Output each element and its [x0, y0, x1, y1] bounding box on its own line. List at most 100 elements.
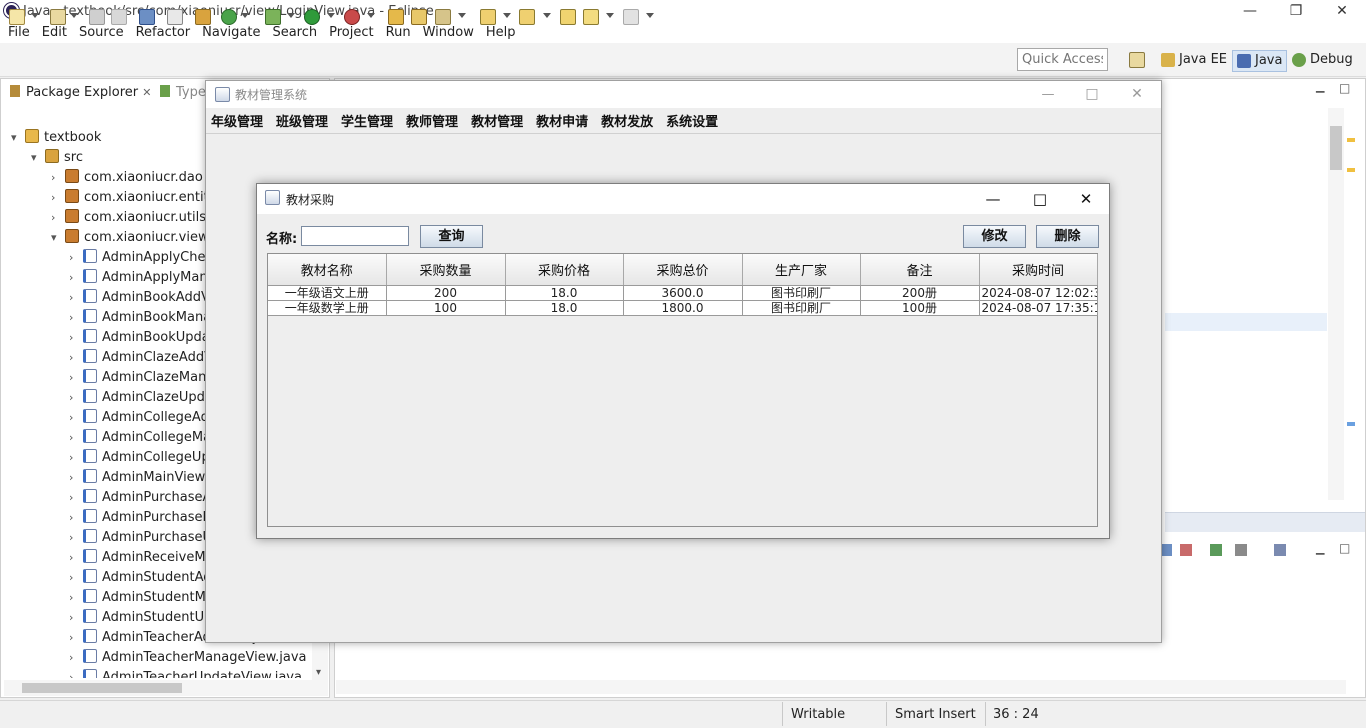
app-close-button[interactable]: ✕ [1115, 81, 1159, 108]
chevron-down-icon[interactable]: ▾ [51, 228, 65, 248]
table-cell[interactable]: 18.0 [505, 285, 624, 301]
chevron-right-icon[interactable]: › [51, 208, 65, 228]
app-maximize-button[interactable]: □ [1070, 81, 1114, 108]
perspective-java[interactable]: Java [1232, 50, 1288, 72]
dialog-minimize-button[interactable]: — [970, 184, 1016, 214]
back-icon[interactable] [583, 9, 599, 25]
menu-file[interactable]: File [2, 22, 36, 43]
chevron-right-icon[interactable]: › [69, 628, 83, 648]
chevron-right-icon[interactable]: › [69, 248, 83, 268]
open-console-icon[interactable] [1274, 544, 1286, 556]
save-icon[interactable] [89, 9, 105, 25]
open-folder-icon[interactable] [411, 9, 427, 25]
perspective-java-ee[interactable]: Java EE [1157, 50, 1231, 72]
new-package-icon[interactable] [195, 9, 211, 25]
delete-button[interactable]: 删除 [1036, 225, 1099, 248]
next-annotation-dropdown-icon[interactable] [503, 13, 511, 18]
chevron-right-icon[interactable]: › [69, 608, 83, 628]
menu-search[interactable]: Search [266, 22, 323, 43]
app-menu-settings[interactable]: 系统设置 [666, 111, 718, 130]
tree-package[interactable]: › com.xiaoniucr.utils [51, 208, 206, 228]
chevron-down-icon[interactable]: ▾ [11, 128, 25, 148]
debug-dropdown-icon[interactable] [287, 13, 295, 18]
back-dropdown-icon[interactable] [606, 13, 614, 18]
new-class-dropdown-icon[interactable] [241, 13, 249, 18]
chevron-right-icon[interactable]: › [51, 168, 65, 188]
chevron-right-icon[interactable]: › [69, 568, 83, 588]
table-cell[interactable]: 图书印刷厂 [742, 300, 861, 316]
chevron-right-icon[interactable]: › [69, 308, 83, 328]
eclipse-close-button[interactable]: ✕ [1319, 0, 1365, 22]
maximize-editor-icon[interactable]: □ [1339, 81, 1350, 95]
external-tools-icon[interactable] [344, 9, 360, 25]
column-header[interactable]: 采购价格 [505, 254, 624, 286]
chevron-right-icon[interactable]: › [69, 408, 83, 428]
next-annotation-icon[interactable] [480, 9, 496, 25]
edit-button[interactable]: 修改 [963, 225, 1026, 248]
new-class-icon[interactable] [221, 9, 237, 25]
new-icon[interactable] [9, 9, 25, 25]
open-type-icon[interactable] [388, 9, 404, 25]
table-cell[interactable]: 一年级数学上册 [268, 300, 387, 316]
table-cell[interactable]: 200 [386, 285, 506, 301]
column-header[interactable]: 采购数量 [386, 254, 506, 286]
app-minimize-button[interactable]: — [1026, 81, 1070, 108]
table-cell[interactable]: 一年级语文上册 [268, 285, 387, 301]
chevron-down-icon[interactable]: ▾ [316, 667, 321, 678]
chevron-right-icon[interactable]: › [69, 348, 83, 368]
package-explorer-tab[interactable]: Package Explorer ✕ [3, 80, 153, 106]
table-cell[interactable]: 200册 [860, 285, 980, 301]
table-cell[interactable]: 100册 [860, 300, 980, 316]
editor-scroll-thumb[interactable] [1330, 126, 1342, 170]
maximize-view-icon[interactable]: □ [1339, 541, 1350, 555]
column-header[interactable]: 教材名称 [268, 254, 387, 286]
new-dropdown-icon[interactable] [31, 13, 39, 18]
tree-src[interactable]: ▾ src [31, 148, 83, 168]
app-menu-textbook[interactable]: 教材管理 [471, 111, 523, 130]
menu-navigate[interactable]: Navigate [196, 22, 266, 43]
column-header[interactable]: 生产厂家 [742, 254, 861, 286]
app-menu-student[interactable]: 学生管理 [341, 111, 393, 130]
chevron-right-icon[interactable]: › [69, 468, 83, 488]
previous-annotation-icon[interactable] [519, 9, 535, 25]
skip-breakpoints-icon[interactable] [167, 9, 183, 25]
editor-horizontal-scrollbar[interactable] [336, 680, 1346, 694]
close-icon[interactable]: ✕ [142, 86, 151, 99]
menu-project[interactable]: Project [323, 22, 379, 43]
table-row[interactable]: 一年级数学上册 100 18.0 1800.0 图书印刷厂 100册 2024-… [268, 300, 1098, 316]
chevron-right-icon[interactable]: › [69, 388, 83, 408]
app-menu-class[interactable]: 班级管理 [276, 111, 328, 130]
minimize-editor-icon[interactable]: ▁ [1316, 80, 1324, 93]
table-cell[interactable]: 2024-08-07 12:02:38 [979, 285, 1098, 301]
chevron-right-icon[interactable]: › [69, 288, 83, 308]
column-header[interactable]: 备注 [860, 254, 980, 286]
forward-dropdown-icon[interactable] [646, 13, 654, 18]
chevron-down-icon[interactable]: ▾ [31, 148, 45, 168]
last-edit-location-icon[interactable] [560, 9, 576, 25]
name-search-input[interactable] [301, 226, 409, 246]
save-all-icon[interactable] [111, 9, 127, 25]
tree-package[interactable]: ▾ com.xiaoniucr.view [51, 228, 209, 248]
warning-marker[interactable] [1347, 138, 1355, 142]
previous-annotation-dropdown-icon[interactable] [543, 13, 551, 18]
chevron-right-icon[interactable]: › [69, 648, 83, 668]
perspective-debug[interactable]: Debug [1288, 50, 1357, 72]
chevron-right-icon[interactable]: › [69, 328, 83, 348]
chevron-right-icon[interactable]: › [69, 668, 83, 678]
app-menu-distribute[interactable]: 教材发放 [601, 111, 653, 130]
menu-run[interactable]: Run [380, 22, 417, 43]
forward-icon[interactable] [623, 9, 639, 25]
pin-console-icon[interactable] [1210, 544, 1222, 556]
eclipse-minimize-button[interactable]: — [1227, 0, 1273, 22]
menu-refactor[interactable]: Refactor [130, 22, 197, 43]
dialog-maximize-button[interactable]: □ [1017, 184, 1063, 214]
table-cell[interactable]: 1800.0 [623, 300, 743, 316]
tree-file[interactable]: › AdminTeacherManageView.java [69, 648, 307, 668]
app-menu-teacher[interactable]: 教师管理 [406, 111, 458, 130]
table-cell[interactable]: 2024-08-07 17:35:12 [979, 300, 1098, 316]
tree-package[interactable]: › com.xiaoniucr.dao [51, 168, 203, 188]
search-icon[interactable] [435, 9, 451, 25]
new-project-icon[interactable] [50, 9, 66, 25]
chevron-right-icon[interactable]: › [69, 548, 83, 568]
tree-file[interactable]: › AdminTeacherUpdateView.java [69, 668, 302, 678]
